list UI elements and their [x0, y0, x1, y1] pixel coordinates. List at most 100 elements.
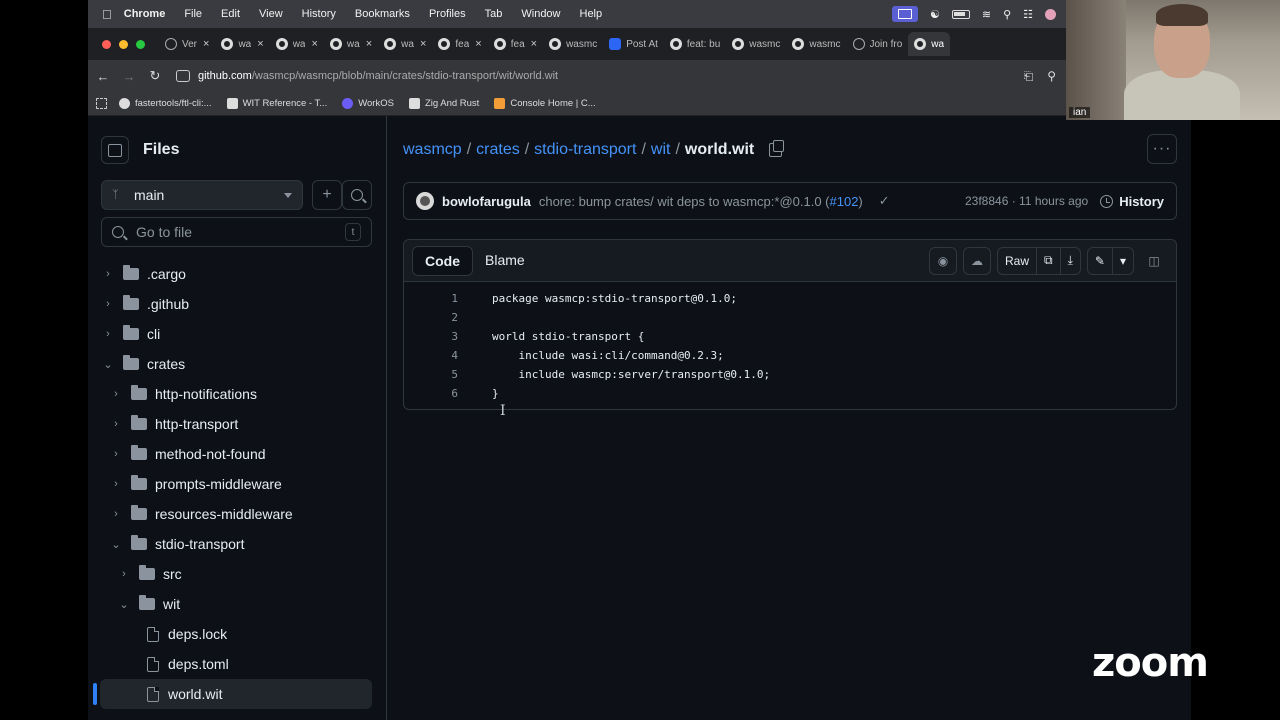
line-number[interactable]: 3: [404, 330, 458, 343]
tree-item[interactable]: › method-not-found: [88, 439, 387, 469]
chevron-right-icon[interactable]: ›: [109, 478, 123, 490]
chevron-right-icon[interactable]: ›: [101, 298, 115, 310]
line-number[interactable]: 4: [404, 349, 458, 362]
spotlight-icon[interactable]: ⚲: [1003, 8, 1011, 21]
history-button[interactable]: History: [1100, 194, 1164, 209]
tree-item-selected[interactable]: world.wit: [93, 679, 372, 709]
tree-item[interactable]: ⌄ wit: [88, 589, 387, 619]
commit-sha-time[interactable]: 23f8846 · 11 hours ago: [965, 194, 1088, 208]
breadcrumb-wit-link[interactable]: wit: [651, 141, 671, 159]
browser-tab[interactable]: wasmc: [786, 32, 846, 56]
browser-tab[interactable]: wasmc: [726, 32, 786, 56]
copy-path-icon[interactable]: [769, 140, 785, 157]
close-tab-icon[interactable]: ×: [203, 38, 209, 50]
menu-item-help[interactable]: Help: [580, 8, 603, 20]
browser-tab[interactable]: wa ×: [378, 32, 432, 56]
tree-item[interactable]: deps.lock: [88, 619, 387, 649]
codespaces-icon[interactable]: ☁: [963, 246, 991, 275]
chevron-right-icon[interactable]: ›: [109, 388, 123, 400]
chevron-right-icon[interactable]: ›: [101, 328, 115, 340]
menu-item-bookmarks[interactable]: Bookmarks: [355, 8, 410, 20]
tree-item[interactable]: › resources-middleware: [88, 499, 387, 529]
commit-message[interactable]: chore: bump crates/ wit deps to wasmcp:*…: [539, 194, 863, 209]
bookmark-item[interactable]: Console Home | C...: [494, 98, 596, 109]
user-avatar-icon[interactable]: [1045, 8, 1056, 20]
collapse-sidebar-icon[interactable]: [101, 136, 129, 164]
browser-tab[interactable]: Ver ×: [159, 32, 215, 56]
chevron-right-icon[interactable]: ›: [101, 268, 115, 280]
wifi-icon[interactable]: ≋: [982, 8, 991, 21]
tab-blame[interactable]: Blame: [473, 246, 537, 276]
chevron-down-icon[interactable]: ⌄: [101, 358, 115, 371]
line-number[interactable]: 2: [404, 311, 458, 324]
menu-item-window[interactable]: Window: [521, 8, 560, 20]
tab-code[interactable]: Code: [412, 245, 473, 276]
branch-selector[interactable]: ᛉ main: [101, 180, 303, 210]
browser-tab[interactable]: Join fro: [847, 32, 909, 56]
browser-tab[interactable]: fea ×: [432, 32, 487, 56]
search-button[interactable]: [342, 180, 372, 210]
browser-tab[interactable]: wa ×: [270, 32, 324, 56]
tree-item[interactable]: › http-notifications: [88, 379, 387, 409]
more-options-icon[interactable]: ···: [1147, 134, 1177, 164]
browser-tab[interactable]: feat: bu: [664, 32, 726, 56]
tree-item[interactable]: › .cargo: [88, 259, 387, 289]
bookmark-item[interactable]: WorkOS: [342, 98, 394, 109]
tree-item[interactable]: › http-transport: [88, 409, 387, 439]
install-app-icon[interactable]: ⎗: [1024, 69, 1034, 84]
close-tab-icon[interactable]: ×: [531, 38, 537, 50]
edit-pencil-icon[interactable]: ✎: [1088, 247, 1113, 274]
forward-icon[interactable]: →: [116, 69, 142, 84]
copy-raw-icon[interactable]: ⧉: [1037, 247, 1061, 274]
tree-item[interactable]: › src: [88, 559, 387, 589]
browser-tab[interactable]: wa ×: [324, 32, 378, 56]
minimize-window-icon[interactable]: [119, 39, 128, 49]
bookmark-item[interactable]: WIT Reference - T...: [226, 98, 327, 109]
close-tab-icon[interactable]: ×: [420, 38, 426, 50]
bookmark-item[interactable]: fastertools/ftl-cli:...: [119, 98, 212, 109]
commit-pr-link[interactable]: #102: [830, 194, 859, 209]
breadcrumb-repo-link[interactable]: wasmcp: [403, 141, 462, 159]
browser-tab-active[interactable]: wa: [908, 32, 951, 56]
browser-tab[interactable]: wa ×: [215, 32, 269, 56]
author-avatar[interactable]: [416, 192, 434, 210]
breadcrumb-crates-link[interactable]: crates: [476, 141, 520, 159]
menu-item-view[interactable]: View: [259, 8, 283, 20]
line-number[interactable]: 5: [404, 368, 458, 381]
tree-item[interactable]: deps.toml: [88, 649, 387, 679]
close-tab-icon[interactable]: ×: [366, 38, 372, 50]
breadcrumb-stdio-transport-link[interactable]: stdio-transport: [534, 141, 636, 159]
apps-grid-icon[interactable]: [96, 98, 107, 109]
chevron-right-icon[interactable]: ›: [109, 448, 123, 460]
line-number[interactable]: 6: [404, 387, 458, 400]
symbols-panel-icon[interactable]: ◫: [1140, 247, 1168, 275]
accessibility-icon[interactable]: ☯: [930, 8, 940, 21]
tree-item[interactable]: › .github: [88, 289, 387, 319]
close-tab-icon[interactable]: ×: [475, 38, 481, 50]
zoom-page-icon[interactable]: ⚲: [1047, 69, 1056, 84]
raw-button[interactable]: Raw: [998, 247, 1038, 274]
download-icon[interactable]: ⤓: [1061, 248, 1080, 274]
browser-tab[interactable]: Post At: [603, 32, 664, 56]
chevron-down-icon[interactable]: ⌄: [109, 538, 123, 551]
menu-item-edit[interactable]: Edit: [221, 8, 240, 20]
chevron-right-icon[interactable]: ›: [109, 508, 123, 520]
menu-app-name[interactable]: Chrome: [124, 8, 166, 20]
menu-item-profiles[interactable]: Profiles: [429, 8, 466, 20]
add-file-button[interactable]: +: [312, 180, 342, 210]
browser-tab[interactable]: wasmc: [543, 32, 603, 56]
menu-item-tab[interactable]: Tab: [485, 8, 503, 20]
back-icon[interactable]: ←: [90, 69, 116, 84]
menu-item-file[interactable]: File: [184, 8, 202, 20]
site-info-icon[interactable]: [176, 70, 190, 82]
browser-tab[interactable]: fea ×: [488, 32, 543, 56]
address-bar[interactable]: github.com/wasmcp/wasmcp/blob/main/crate…: [176, 64, 1024, 88]
reload-icon[interactable]: ↻: [142, 68, 168, 84]
battery-icon[interactable]: [951, 9, 970, 19]
check-icon[interactable]: ✓: [879, 193, 890, 209]
menu-item-history[interactable]: History: [302, 8, 336, 20]
close-tab-icon[interactable]: ×: [311, 38, 317, 50]
tree-item[interactable]: › cli: [88, 319, 387, 349]
tree-item[interactable]: ⌄ stdio-transport: [88, 529, 387, 559]
line-number[interactable]: 1: [404, 292, 458, 305]
